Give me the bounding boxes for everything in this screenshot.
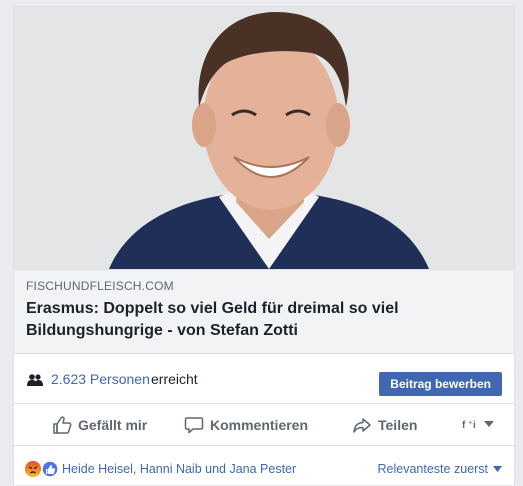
svg-text:i: i bbox=[473, 420, 476, 430]
link-preview-image[interactable] bbox=[14, 7, 514, 269]
thumbs-up-icon bbox=[53, 416, 72, 434]
chevron-down-icon bbox=[493, 466, 502, 472]
boost-post-button[interactable]: Beitrag bewerben bbox=[379, 372, 502, 396]
comment-sort-dropdown[interactable]: Relevanteste zuerst bbox=[378, 462, 502, 476]
post-actions: Gefällt mir Kommentieren Teilen f + i bbox=[14, 404, 514, 446]
like-button[interactable]: Gefällt mir bbox=[52, 413, 147, 437]
svg-text:f: f bbox=[462, 420, 466, 430]
chevron-down-icon bbox=[484, 421, 494, 427]
comment-label: Kommentieren bbox=[210, 417, 309, 433]
share-label: Teilen bbox=[378, 417, 418, 433]
portrait-photo bbox=[14, 7, 514, 269]
link-headline[interactable]: Erasmus: Doppelt so viel Geld für dreima… bbox=[26, 298, 496, 342]
people-icon bbox=[27, 374, 43, 386]
share-button[interactable]: Teilen bbox=[352, 413, 417, 437]
comment-button[interactable]: Kommentieren bbox=[184, 413, 308, 437]
page-avatar-icon: f + i bbox=[462, 418, 476, 430]
reaction-names-link[interactable]: Heide Heisel, Hanni Naib und Jana Pester bbox=[62, 462, 296, 476]
post-card: FISCHUNDFLEISCH.COM Erasmus: Doppelt so … bbox=[13, 6, 515, 485]
link-domain: FISCHUNDFLEISCH.COM bbox=[26, 279, 174, 293]
reach-bar: 2.623 Personen erreicht Beitrag bewerben bbox=[14, 354, 514, 404]
reactions-bar: Heide Heisel, Hanni Naib und Jana Pester… bbox=[14, 446, 514, 486]
link-preview-meta[interactable]: FISCHUNDFLEISCH.COM Erasmus: Doppelt so … bbox=[14, 269, 514, 354]
like-label: Gefällt mir bbox=[78, 417, 148, 433]
comment-icon bbox=[184, 417, 204, 434]
reach-label: erreicht bbox=[151, 371, 198, 387]
share-options-dropdown[interactable]: f + i bbox=[462, 418, 494, 430]
reaction-icons bbox=[25, 461, 58, 477]
reach-count-link[interactable]: 2.623 Personen bbox=[51, 371, 150, 387]
share-arrow-icon bbox=[353, 418, 371, 433]
sort-label: Relevanteste zuerst bbox=[377, 462, 488, 476]
